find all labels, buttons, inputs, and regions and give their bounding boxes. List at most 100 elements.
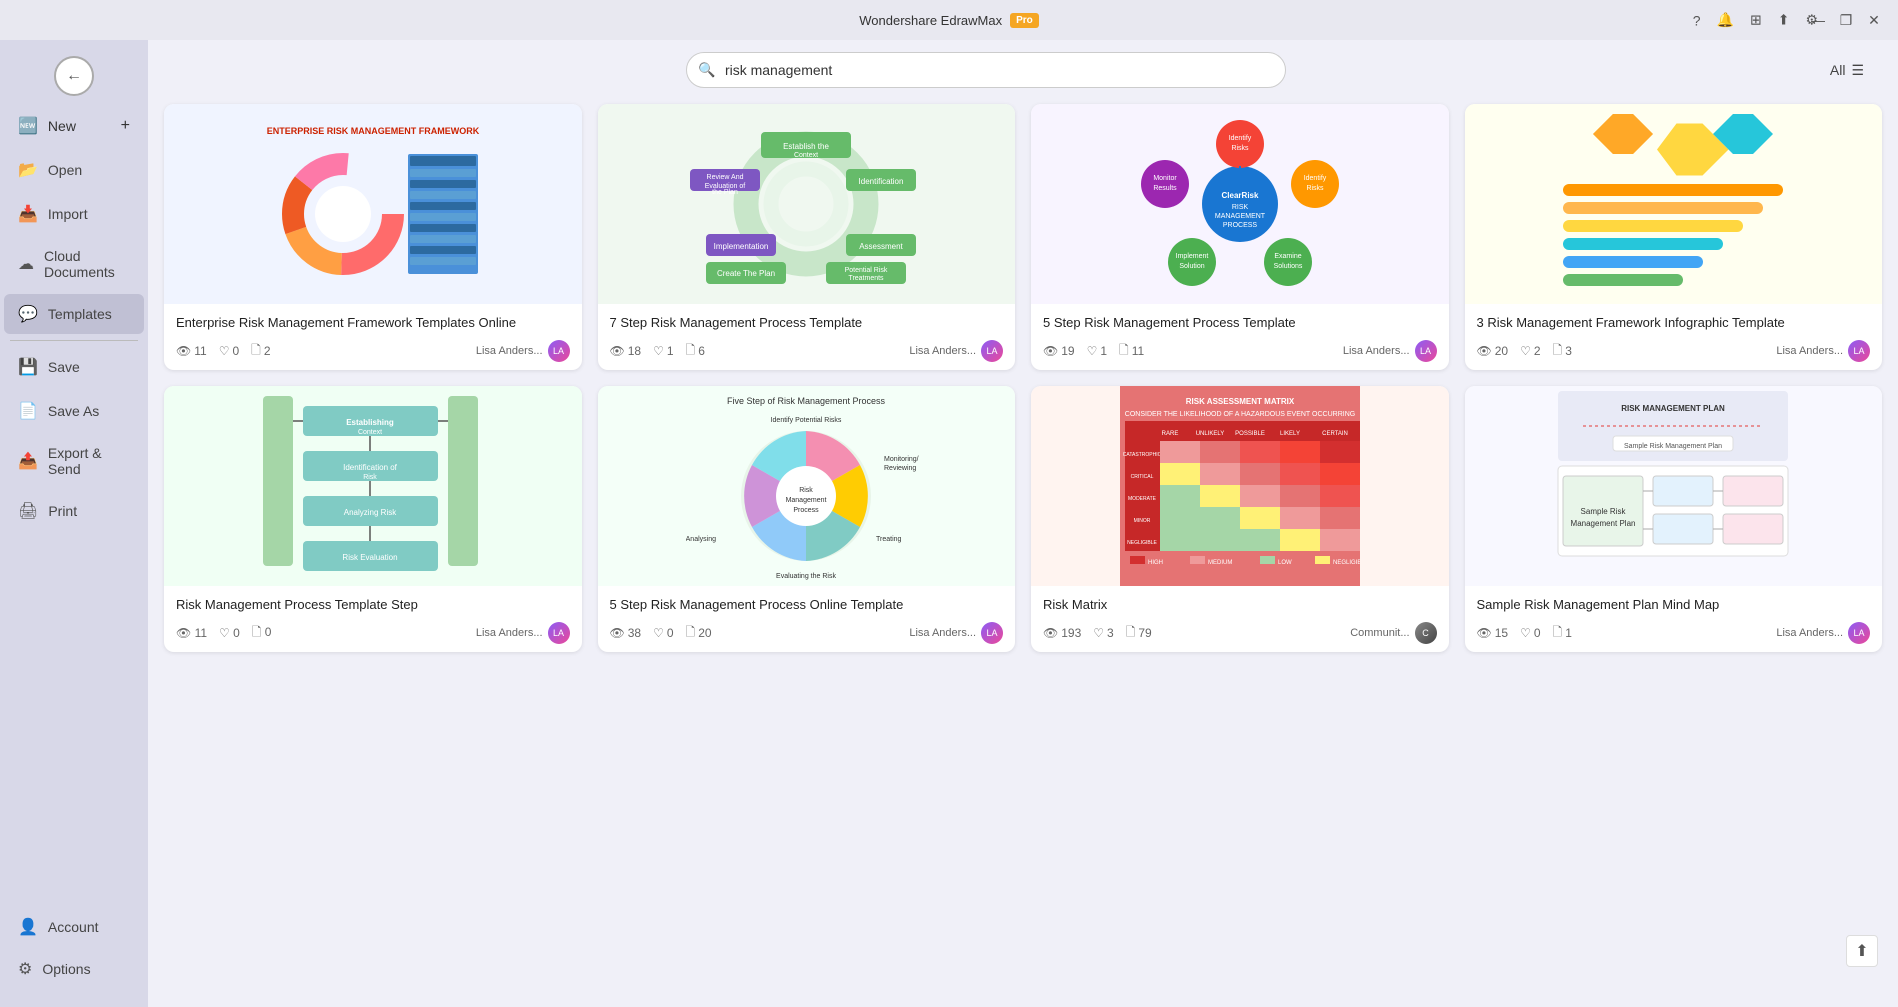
author-name: Lisa Anders... [909, 627, 976, 639]
sidebar-item-new[interactable]: 🆕 New + [4, 106, 144, 146]
author-avatar: LA [981, 622, 1003, 644]
likes-stat: ♡ 3 [1093, 626, 1113, 640]
filter-button[interactable]: All ☰ [1816, 54, 1878, 87]
sidebar-new-label: New [48, 118, 76, 134]
sidebar-item-options[interactable]: ⚙ Options [4, 949, 144, 989]
search-input[interactable] [686, 52, 1286, 88]
sidebar-item-cloud[interactable]: ☁ Cloud Documents [4, 238, 144, 290]
views-stat: 👁 18 [610, 344, 642, 358]
sidebar-saveas-label: Save As [48, 403, 99, 419]
author-info: Communit... C [1350, 622, 1436, 644]
help-icon[interactable]: ? [1693, 12, 1701, 28]
author-info: Lisa Anders... LA [1343, 340, 1437, 362]
template-card-process-online[interactable]: Five Step of Risk Management Process Ris… [598, 386, 1016, 652]
sidebar-item-account[interactable]: 👤 Account [4, 907, 144, 947]
svg-text:CRITICAL: CRITICAL [1130, 474, 1153, 480]
card-title-risk-matrix: Risk Matrix [1043, 596, 1437, 614]
svg-text:POSSIBLE: POSSIBLE [1235, 431, 1265, 437]
svg-text:Identify: Identify [1303, 175, 1326, 182]
svg-text:MANAGEMENT: MANAGEMENT [1215, 213, 1266, 220]
author-avatar-community: C [1415, 622, 1437, 644]
template-card-5step[interactable]: ClearRisk RISK MANAGEMENT PROCESS Identi… [1031, 104, 1449, 370]
svg-text:Process: Process [794, 507, 820, 514]
template-card-risk-matrix[interactable]: RISK ASSESSMENT MATRIX CONSIDER THE LIKE… [1031, 386, 1449, 652]
card-info-3risk: 3 Risk Management Framework Infographic … [1465, 304, 1883, 370]
sidebar-bottom: 👤 Account ⚙ Options [0, 905, 148, 999]
author-name: Communit... [1350, 627, 1409, 639]
back-button[interactable]: ← [54, 56, 94, 96]
svg-text:Analyzing Risk: Analyzing Risk [344, 508, 397, 517]
author-name: Lisa Anders... [1776, 345, 1843, 357]
svg-text:Risks: Risks [1306, 185, 1324, 192]
svg-text:Solution: Solution [1179, 263, 1204, 270]
sidebar-item-export[interactable]: 📤 Export & Send [4, 435, 144, 487]
sidebar-item-print[interactable]: 🖨 Print [4, 491, 144, 531]
card-image-sample-mindmap: Sample Risk Management Plan RISK MANAGEM… [1465, 386, 1883, 586]
svg-text:MINOR: MINOR [1133, 518, 1150, 524]
sidebar-item-saveas[interactable]: 📄 Save As [4, 391, 144, 431]
toolbar-right: ? 🔔 ⊞ ⬆ ⚙ [1693, 12, 1818, 29]
sidebar-item-import[interactable]: 📥 Import [4, 194, 144, 234]
scroll-top-button[interactable]: ⬆ [1846, 935, 1878, 967]
copies-stat: 🗋 20 [686, 623, 712, 644]
svg-text:ENTERPRISE RISK MANAGEMENT FRA: ENTERPRISE RISK MANAGEMENT FRAMEWORK [266, 126, 479, 136]
sidebar-separator [10, 340, 138, 341]
print-icon: 🖨 [18, 501, 38, 521]
svg-text:MODERATE: MODERATE [1128, 496, 1157, 502]
svg-text:Five Step of Risk Management P: Five Step of Risk Management Process [727, 396, 886, 406]
sidebar-item-open[interactable]: 📂 Open [4, 150, 144, 190]
sidebar-item-save[interactable]: 💾 Save [4, 347, 144, 387]
svg-text:HIGH: HIGH [1148, 560, 1163, 566]
copies-stat: 🗋 0 [252, 623, 272, 644]
author-avatar: LA [1848, 340, 1870, 362]
card-info-context: Risk Management Process Template Step 👁 … [164, 586, 582, 652]
card-image-risk-matrix: RISK ASSESSMENT MATRIX CONSIDER THE LIKE… [1031, 386, 1449, 586]
template-card-7step[interactable]: Establish the Context Identification Ass… [598, 104, 1016, 370]
card-title-5step: 5 Step Risk Management Process Template [1043, 314, 1437, 332]
copies-stat: 🗋 6 [686, 341, 705, 362]
svg-text:CERTAIN: CERTAIN [1322, 431, 1348, 437]
svg-text:MEDIUM: MEDIUM [1208, 560, 1232, 566]
card-meta-5step: 👁 19 ♡ 1 🗋 11 Lisa Anders... LA [1043, 340, 1437, 362]
card-image-context: Scrutinize and Che... Establishing Conte… [164, 386, 582, 586]
svg-text:Implement: Implement [1175, 253, 1208, 260]
views-stat: 👁 19 [1043, 344, 1075, 358]
template-card-3risk[interactable]: 3 Risk Management Framework Infographic … [1465, 104, 1883, 370]
svg-text:LIKELY: LIKELY [1280, 431, 1300, 437]
card-meta-enterprise: 👁 11 ♡ 0 🗋 2 Lisa Anders... LA [176, 340, 570, 362]
svg-text:Review And: Review And [707, 174, 744, 181]
main-layout: ← 🆕 New + 📂 Open 📥 Import ☁ Cloud Docume… [0, 40, 1898, 1007]
search-area: 🔍 All ☰ [148, 40, 1898, 96]
svg-text:Identify: Identify [1228, 135, 1251, 142]
template-card-sample-mindmap[interactable]: Sample Risk Management Plan RISK MANAGEM… [1465, 386, 1883, 652]
sidebar-import-label: Import [48, 206, 88, 222]
svg-text:Identification of: Identification of [343, 463, 398, 472]
content-area: 🔍 All ☰ ENTERPRISE RISK MANAGEMENT FRAME… [148, 40, 1898, 1007]
svg-text:Sample Risk Management Plan: Sample Risk Management Plan [1624, 443, 1722, 450]
sidebar-item-templates[interactable]: 💬 Templates [4, 294, 144, 334]
svg-text:Monitoring/: Monitoring/ [884, 456, 919, 463]
template-card-enterprise[interactable]: ENTERPRISE RISK MANAGEMENT FRAMEWORK [164, 104, 582, 370]
svg-text:Examine: Examine [1274, 253, 1301, 260]
export-icon: 📤 [18, 451, 38, 471]
notification-icon[interactable]: 🔔 [1717, 12, 1734, 29]
card-meta-3risk: 👁 20 ♡ 2 🗋 3 Lisa Anders... LA [1477, 340, 1871, 362]
close-button[interactable]: ✕ [1866, 12, 1882, 28]
restore-button[interactable]: ❐ [1838, 12, 1854, 28]
minimize-button[interactable]: — [1810, 12, 1826, 28]
upload-icon[interactable]: ⬆ [1778, 12, 1790, 29]
cloud-icon: ☁ [18, 254, 34, 274]
likes-stat: ♡ 0 [219, 344, 239, 358]
author-avatar: LA [548, 622, 570, 644]
svg-text:LOW: LOW [1278, 560, 1292, 566]
template-card-context[interactable]: Scrutinize and Che... Establishing Conte… [164, 386, 582, 652]
svg-text:RISK ASSESSMENT MATRIX: RISK ASSESSMENT MATRIX [1186, 397, 1295, 406]
card-title-process-online: 5 Step Risk Management Process Online Te… [610, 596, 1004, 614]
new-icon: 🆕 [18, 116, 38, 136]
svg-text:Monitor: Monitor [1153, 175, 1177, 182]
svg-text:Implementation: Implementation [714, 242, 769, 251]
grid-icon[interactable]: ⊞ [1750, 12, 1762, 29]
svg-text:Evaluating the Risk: Evaluating the Risk [776, 573, 836, 580]
svg-text:Potential Risk: Potential Risk [845, 267, 888, 274]
sidebar-print-label: Print [48, 503, 77, 519]
